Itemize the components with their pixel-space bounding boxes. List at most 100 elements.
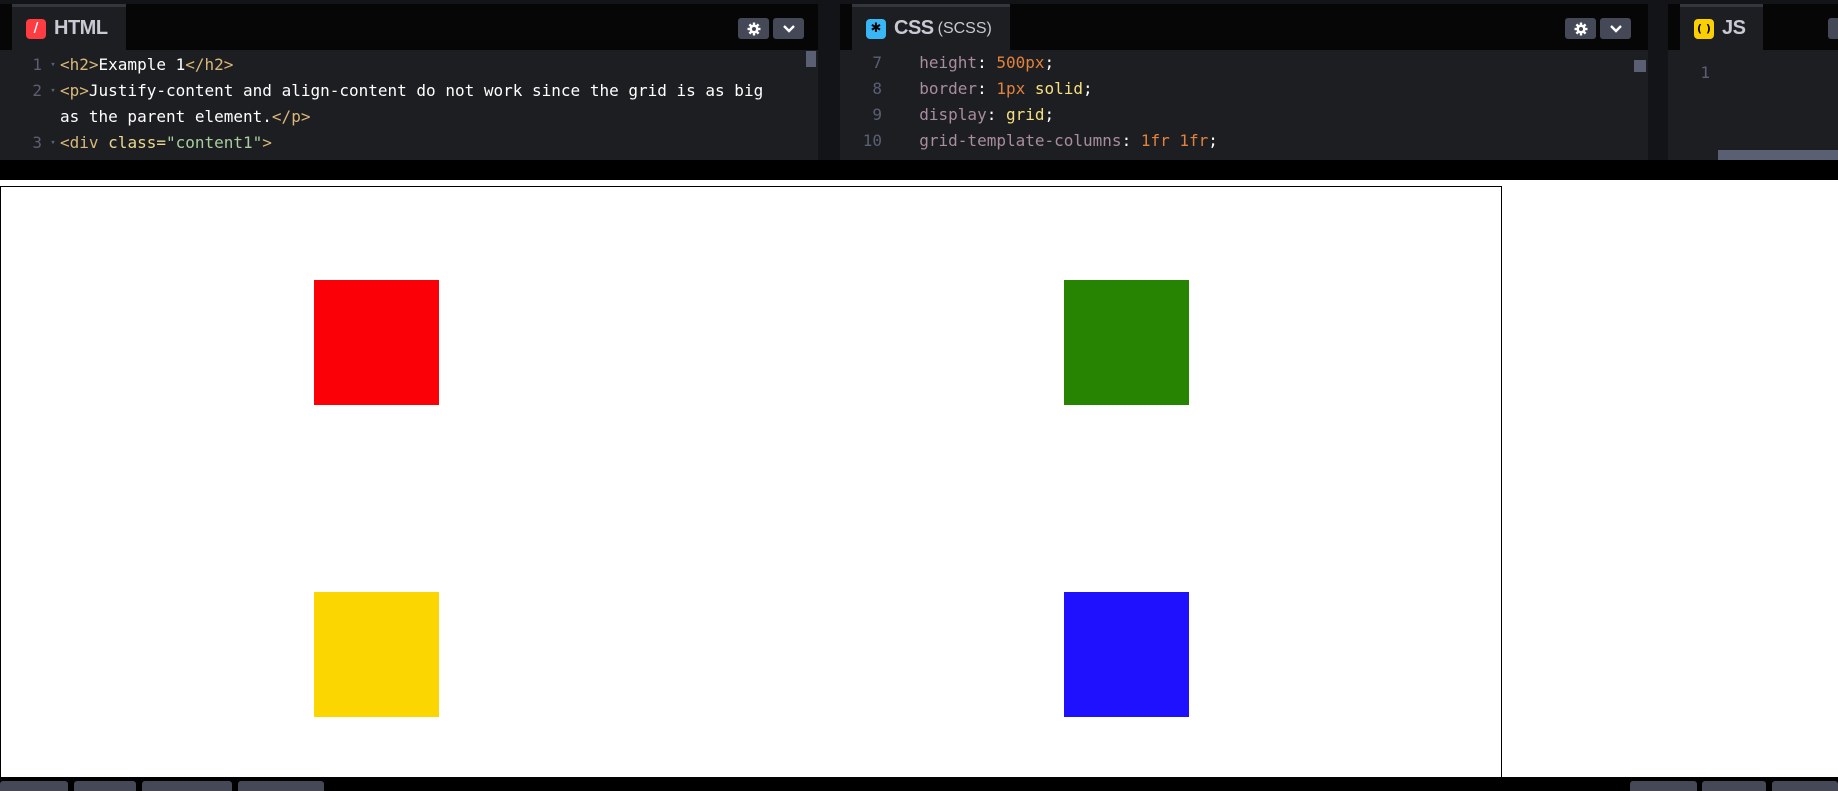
code-token: grid <box>1005 105 1045 124</box>
code-token: 1px <box>996 79 1026 98</box>
line-number: 7 <box>872 53 882 72</box>
code-token: display <box>900 105 987 124</box>
code-token: ; <box>1083 79 1093 98</box>
css-collapse-button[interactable] <box>1600 18 1631 39</box>
green-square <box>1064 280 1189 405</box>
line-number: 10 <box>862 131 882 150</box>
code-token: </h2> <box>185 55 234 74</box>
line-number: 8 <box>872 79 882 98</box>
js-settings-button[interactable] <box>1828 18 1838 39</box>
code-line[interactable]: 9 display: grid; <box>840 102 1648 128</box>
code-line[interactable]: 1 ▾ <h2> Example 1 </h2> <box>0 52 818 78</box>
code-line[interactable]: 3 ▾ <div class= "content1" > <box>0 130 818 156</box>
gear-icon <box>747 22 760 35</box>
code-token: solid <box>1034 79 1084 98</box>
code-token: ; <box>1044 53 1055 72</box>
code-line[interactable]: 10 grid-template-columns: 1fr 1fr; <box>840 128 1648 154</box>
footer-button[interactable] <box>238 781 324 791</box>
code-token: height <box>900 53 978 72</box>
js-logo-icon: ( ) <box>1694 18 1714 39</box>
footer-button[interactable] <box>74 781 136 791</box>
code-token: "content1" <box>165 133 263 152</box>
code-token: </p> <box>271 107 311 126</box>
fold-arrow-icon[interactable]: ▾ <box>46 78 60 104</box>
css-pane-header: ✱ CSS (SCSS) <box>840 4 1648 50</box>
html-settings-button[interactable] <box>738 18 769 39</box>
js-code-editor[interactable]: 1 <box>1668 60 1838 86</box>
code-token: as the parent element. <box>60 107 272 126</box>
js-tab[interactable]: ( ) JS <box>1680 4 1764 50</box>
yellow-square <box>314 592 439 717</box>
line-number <box>0 104 46 130</box>
css-code-editor[interactable]: 7 height: 500px; 8 border: 1px solid; 9 di… <box>840 50 1648 154</box>
html-collapse-button[interactable] <box>773 18 804 39</box>
code-token: border <box>900 79 978 98</box>
chevron-down-icon <box>782 24 795 33</box>
js-horizontal-scrollbar[interactable] <box>1718 150 1838 160</box>
line-number: 1 <box>1700 63 1710 82</box>
css-scrollbar-thumb[interactable] <box>1634 60 1646 72</box>
footer-button[interactable] <box>1772 781 1838 791</box>
js-pane-header: ( ) JS <box>1668 4 1838 50</box>
code-token: class= <box>108 133 166 152</box>
html-scrollbar-thumb[interactable] <box>806 51 816 67</box>
scss-logo-icon: ✱ <box>866 18 886 39</box>
code-line[interactable]: 2 ▾ <p> Justify-content and align-content d… <box>0 78 818 104</box>
code-line[interactable]: 8 border: 1px solid; <box>840 76 1648 102</box>
code-token: ; <box>1208 131 1218 150</box>
code-token: : <box>986 105 1006 124</box>
footer-button[interactable] <box>1630 781 1697 791</box>
line-number: 2 <box>32 81 42 100</box>
code-token: : <box>1121 131 1141 150</box>
footer-button[interactable] <box>0 781 68 791</box>
css-editor-pane: ✱ CSS (SCSS) 7 height: 500px ; 8 border… <box>840 4 1648 160</box>
code-token: Justify-content and align-content do not… <box>88 81 764 100</box>
footer-button[interactable] <box>1702 781 1766 791</box>
blue-square <box>1064 592 1189 717</box>
css-settings-button[interactable] <box>1565 18 1596 39</box>
css-tab[interactable]: ✱ CSS (SCSS) <box>852 4 1010 50</box>
css-tab-preprocessor: (SCSS) <box>937 19 992 37</box>
code-line[interactable]: as the parent element. </p> <box>0 104 818 130</box>
fold-arrow-icon <box>886 128 900 154</box>
code-token: 1fr 1fr <box>1140 131 1209 150</box>
fold-arrow-icon[interactable]: ▾ <box>46 130 60 156</box>
footer-button[interactable] <box>142 781 232 791</box>
code-token: grid-template-columns <box>900 131 1122 150</box>
code-token: Example 1 <box>98 55 186 74</box>
fold-arrow-icon <box>1714 60 1728 86</box>
fold-arrow-icon[interactable]: ▾ <box>46 52 60 78</box>
code-token: 500px <box>996 53 1045 72</box>
code-token: <p> <box>60 81 89 100</box>
code-token: ; <box>1044 105 1055 124</box>
html-pane-header: / HTML <box>0 4 818 50</box>
html-code-editor[interactable]: 1 ▾ <h2> Example 1 </h2> 2 ▾ <p> Justify-content… <box>0 52 818 156</box>
line-number: 3 <box>32 133 42 152</box>
gear-icon <box>1574 22 1587 35</box>
code-line[interactable]: 1 <box>1668 60 1838 86</box>
code-token: <div <box>60 133 109 152</box>
code-line[interactable]: 7 height: 500px; <box>840 50 1648 76</box>
footer-bar <box>0 777 1838 791</box>
editor-area: / HTML 1 ▾ <h2> Example 1 </h2> 2 ▾ <p> … <box>0 0 1838 160</box>
grid-container <box>0 186 1502 777</box>
html-tab-title: HTML <box>54 17 108 39</box>
code-token: : <box>977 79 997 98</box>
result-preview <box>0 180 1838 777</box>
code-token: : <box>977 53 997 72</box>
red-square <box>314 280 439 405</box>
html-tab[interactable]: / HTML <box>12 4 126 50</box>
code-token: > <box>262 133 272 152</box>
fold-arrow-icon <box>886 102 900 128</box>
fold-arrow-icon <box>46 104 60 130</box>
css-tab-title: CSS <box>894 17 934 39</box>
js-editor-pane: ( ) JS 1 <box>1668 4 1838 160</box>
html-editor-pane: / HTML 1 ▾ <h2> Example 1 </h2> 2 ▾ <p> … <box>0 4 818 160</box>
line-number: 1 <box>32 55 42 74</box>
fold-arrow-icon <box>886 76 900 102</box>
js-tab-title: JS <box>1722 17 1746 39</box>
code-token: <h2> <box>60 55 99 74</box>
chevron-down-icon <box>1609 24 1622 33</box>
html-logo-icon: / <box>26 18 46 39</box>
